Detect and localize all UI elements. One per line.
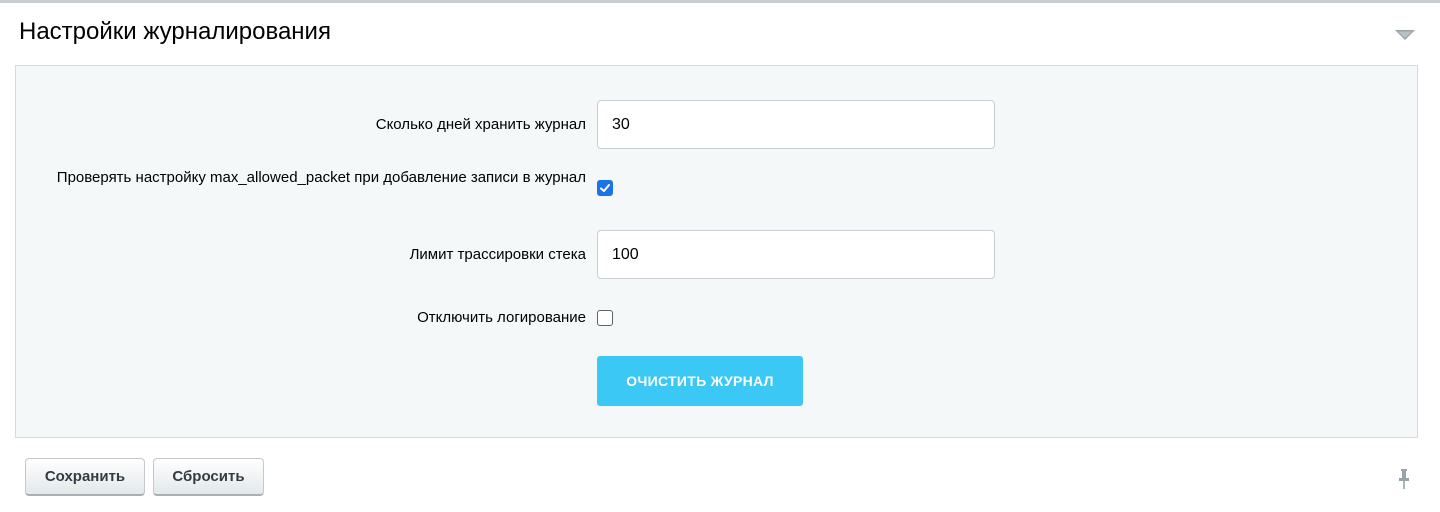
- save-button[interactable]: Сохранить: [25, 458, 145, 496]
- stack-trace-label: Лимит трассировки стека: [409, 246, 586, 263]
- section-title: Настройки журналирования: [19, 18, 331, 45]
- retention-days-row: Сколько дней хранить журнал: [16, 100, 1417, 149]
- retention-days-input[interactable]: [597, 100, 995, 149]
- disable-logging-row: Отключить логирование: [16, 308, 1417, 328]
- reset-button[interactable]: Сбросить: [153, 458, 264, 496]
- retention-days-label: Сколько дней хранить журнал: [375, 116, 586, 133]
- settings-panel: Сколько дней хранить журнал Проверять на…: [15, 65, 1418, 438]
- section-header: Настройки журналирования: [0, 3, 1440, 65]
- disable-logging-checkbox[interactable]: [597, 310, 613, 326]
- stack-trace-row: Лимит трассировки стека: [16, 230, 1417, 279]
- pin-icon[interactable]: [1396, 468, 1412, 490]
- checkmark-icon: [600, 184, 610, 192]
- check-packet-row: Проверять настройку max_allowed_packet п…: [16, 168, 1417, 208]
- check-packet-checkbox[interactable]: [597, 180, 613, 196]
- check-packet-label: Проверять настройку max_allowed_packet п…: [56, 169, 586, 186]
- settings-page: Настройки журналирования Сколько дней хр…: [0, 0, 1440, 512]
- stack-trace-input[interactable]: [597, 230, 995, 279]
- triangle-down-icon[interactable]: [1394, 28, 1416, 42]
- disable-logging-label: Отключить логирование: [417, 309, 586, 326]
- clear-log-button[interactable]: ОЧИСТИТЬ ЖУРНАЛ: [597, 356, 803, 406]
